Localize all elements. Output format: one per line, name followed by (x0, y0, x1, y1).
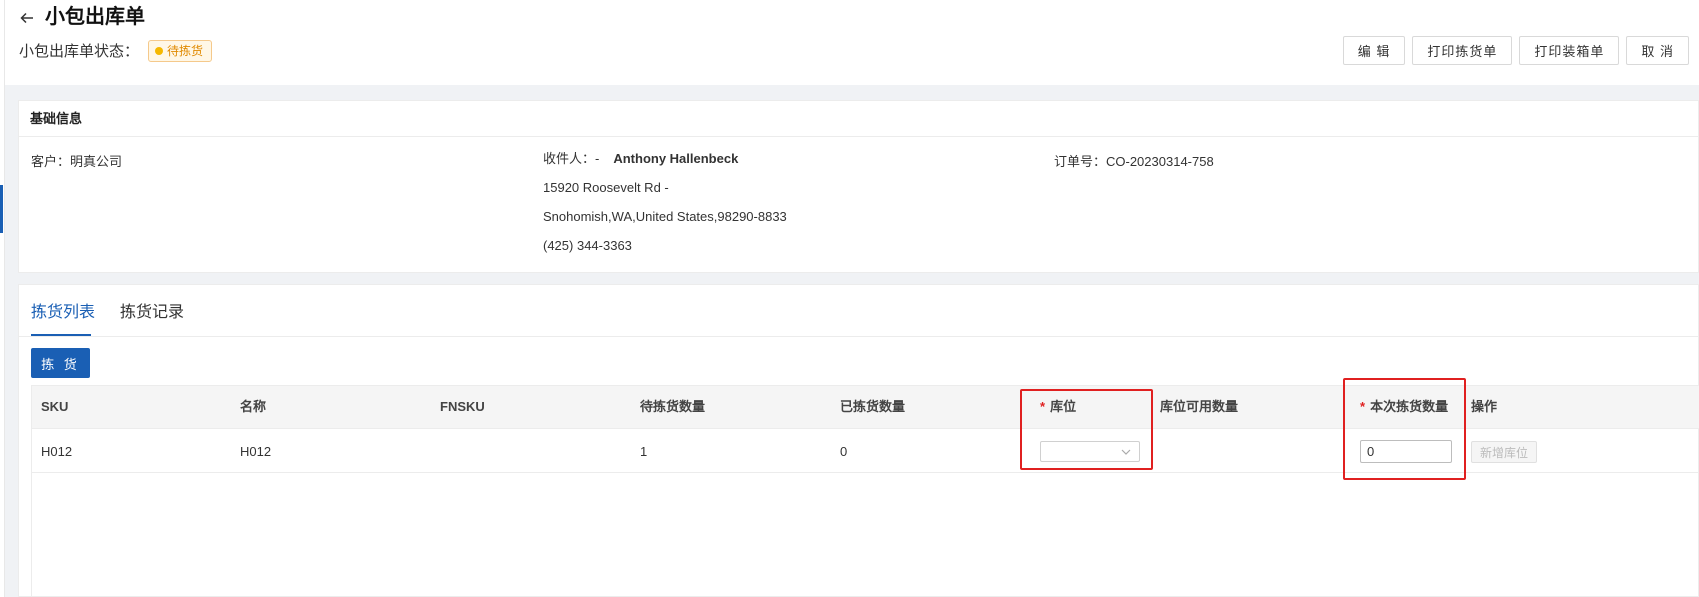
active-tab-indicator (31, 334, 91, 336)
col-location: * 库位 (1040, 399, 1076, 415)
status-badge-text: 待拣货 (167, 44, 204, 58)
col-picked-qty: 已拣货数量 (840, 399, 906, 414)
phone: (425) 344-3363 (543, 238, 632, 253)
address-line-2: Snohomish,WA,United States,98290-8833 (543, 209, 787, 224)
order-number: 订单号：CO-20230314-758 (1054, 154, 1214, 169)
status-dot-icon (155, 47, 163, 55)
recipient-label: 收件人：- (543, 151, 600, 166)
status-label: 小包出库单状态： (19, 43, 140, 60)
address-line-1: 15920 Roosevelt Rd - (543, 180, 669, 195)
recipient-info: 收件人：- Anthony Hallenbeck 15920 Roosevelt … (543, 151, 787, 267)
table-header: SKU 名称 FNSKU 待拣货数量 已拣货数量 * 库位 库位可用数量 * 本次拣… (32, 386, 1699, 429)
cell-pending-qty: 1 (640, 444, 648, 459)
customer-info: 客户：明真公司 (31, 154, 123, 169)
col-this-pick-qty-label: 本次拣货数量 (1370, 399, 1449, 414)
col-actions: 操作 (1471, 399, 1498, 414)
basic-info-card: 基础信息 客户：明真公司 收件人：- Anthony Hallenbeck 159… (18, 100, 1699, 273)
col-location-label: 库位 (1050, 399, 1077, 414)
pick-tabs: 拣货列表 拣货记录 (19, 285, 1698, 337)
col-fnsku: FNSKU (440, 399, 485, 414)
pick-card: 拣货列表 拣货记录 拣 货 SKU 名称 FNSKU 待拣货数量 已拣货数量 *… (18, 284, 1699, 597)
chevron-down-icon (1121, 444, 1131, 465)
table-row: H012 H012 1 0 新增库位 (32, 429, 1699, 473)
tab-pick-list[interactable]: 拣货列表 (31, 303, 95, 323)
header-actions: 编 辑 打印拣货单 打印装箱单 取 消 (1342, 36, 1689, 65)
pick-table: SKU 名称 FNSKU 待拣货数量 已拣货数量 * 库位 库位可用数量 * 本次拣… (31, 385, 1699, 597)
col-this-pick-qty: * 本次拣货数量 (1360, 399, 1448, 415)
page-header: 小包出库单 小包出库单状态： 待拣货 编 辑 打印拣货单 打印装箱单 取 消 (5, 0, 1699, 85)
basic-info-title: 基础信息 (19, 101, 1698, 137)
col-pending-qty: 待拣货数量 (640, 399, 706, 414)
cancel-button[interactable]: 取 消 (1626, 36, 1689, 65)
status-badge: 待拣货 (148, 40, 213, 62)
location-select[interactable] (1040, 441, 1140, 462)
required-mark: * (1040, 399, 1046, 414)
recipient-name: Anthony Hallenbeck (613, 151, 739, 166)
col-sku: SKU (41, 399, 69, 414)
nav-active-marker (0, 185, 3, 233)
print-pick-list-button[interactable]: 打印拣货单 (1412, 36, 1513, 65)
arrow-left-icon[interactable] (19, 8, 39, 28)
edit-button[interactable]: 编 辑 (1342, 36, 1406, 65)
cell-sku: H012 (41, 444, 73, 459)
col-name: 名称 (240, 399, 267, 414)
page-title: 小包出库单 (45, 6, 145, 28)
cell-name: H012 (240, 444, 272, 459)
add-location-button[interactable]: 新增库位 (1471, 441, 1537, 463)
pick-button[interactable]: 拣 货 (31, 348, 90, 378)
col-location-available: 库位可用数量 (1160, 399, 1239, 414)
cell-picked-qty: 0 (840, 444, 848, 459)
this-pick-qty-input[interactable] (1360, 440, 1452, 463)
print-packing-list-button[interactable]: 打印装箱单 (1519, 36, 1620, 65)
tab-pick-records[interactable]: 拣货记录 (120, 303, 184, 323)
required-mark: * (1360, 399, 1366, 414)
